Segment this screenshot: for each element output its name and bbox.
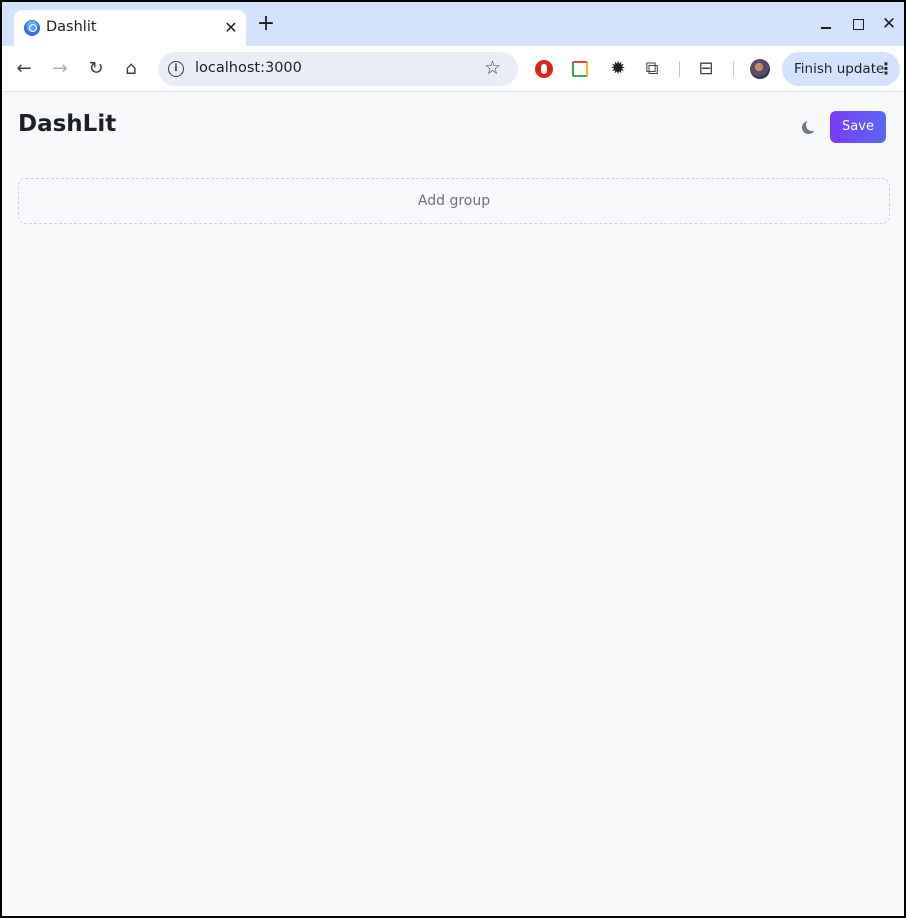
tab-close-icon[interactable]: ✕ xyxy=(220,17,242,39)
app-brand-title: DashLit xyxy=(18,111,117,137)
browser-window: Dashlit ✕ + ✕ ← → ↻ ⌂ i localhost:3000 ☆… xyxy=(2,2,904,916)
toolbar-divider xyxy=(733,61,734,77)
save-button[interactable]: Save xyxy=(830,111,886,143)
moon-icon xyxy=(802,119,818,134)
dashlit-favicon-icon xyxy=(24,20,40,36)
url-text[interactable]: localhost:3000 xyxy=(195,60,302,76)
new-tab-button[interactable]: + xyxy=(254,12,278,36)
reload-icon[interactable]: ↻ xyxy=(84,57,108,81)
color-picker-extension-icon[interactable] xyxy=(572,61,588,77)
maximize-button[interactable] xyxy=(848,14,868,34)
media-search-icon[interactable]: ⊟ xyxy=(694,57,718,81)
app-page: DashLit Save Add group xyxy=(2,92,904,916)
toolbar-divider xyxy=(679,61,680,77)
finish-update-label: Finish update xyxy=(794,61,885,77)
window-close-button[interactable]: ✕ xyxy=(879,14,899,34)
browser-toolbar: ← → ↻ ⌂ i localhost:3000 ☆ ✹ ⧉ ⊟ Finish … xyxy=(2,46,904,92)
forward-icon[interactable]: → xyxy=(48,57,72,81)
address-bar[interactable]: i localhost:3000 ☆ xyxy=(158,52,518,86)
finish-update-button[interactable]: Finish update ⋮ xyxy=(782,52,900,86)
back-icon[interactable]: ← xyxy=(12,57,36,81)
menu-dots-icon[interactable]: ⋮ xyxy=(878,59,894,79)
tab-dashlit[interactable]: Dashlit ✕ xyxy=(14,10,246,46)
profile-avatar[interactable] xyxy=(750,59,770,79)
theme-toggle-moon-icon[interactable] xyxy=(800,119,818,137)
home-icon[interactable]: ⌂ xyxy=(119,57,143,81)
adblock-extension-icon[interactable] xyxy=(535,60,553,78)
site-info-icon[interactable]: i xyxy=(168,61,184,77)
tab-strip: Dashlit ✕ + ✕ xyxy=(2,2,904,46)
sun-extension-icon[interactable]: ✹ xyxy=(608,59,628,79)
tab-title: Dashlit xyxy=(46,19,97,35)
add-group-button[interactable]: Add group xyxy=(18,178,890,224)
bookmark-star-icon[interactable]: ☆ xyxy=(484,57,501,79)
extensions-puzzle-icon[interactable]: ⧉ xyxy=(640,57,664,81)
minimize-button[interactable] xyxy=(816,14,836,34)
